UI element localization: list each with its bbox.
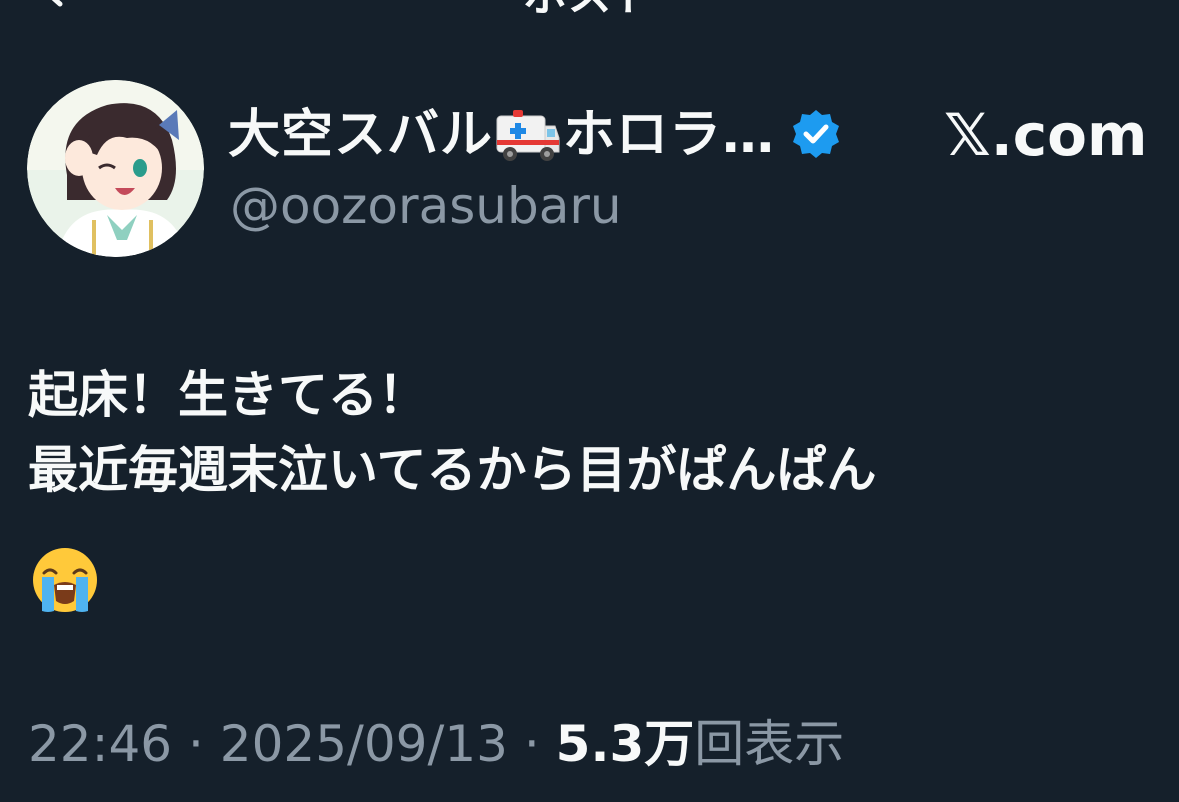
views-label[interactable]: 回表示 — [694, 715, 844, 773]
post-meta: 22:46 · 2025/09/13 · 5.3万回表示 — [28, 712, 844, 776]
views-count[interactable]: 5.3万 — [556, 715, 695, 773]
post-body: 起床！生きてる！ 最近毎週末泣いてるから目がぱんぱん — [28, 358, 1158, 508]
post-text-line-2: 最近毎週末泣いてるから目がぱんぱん — [28, 441, 877, 499]
verified-badge-icon[interactable] — [789, 108, 843, 162]
post-time[interactable]: 22:46 — [28, 715, 172, 773]
display-name-part1[interactable]: 大空スバル — [228, 105, 493, 165]
meta-separator: · — [172, 715, 220, 773]
ambulance-icon — [496, 110, 560, 161]
page-title: ポスト — [0, 0, 1179, 18]
top-bar: ポスト — [0, 0, 1179, 60]
loudly-crying-face-icon — [33, 548, 97, 612]
meta-separator: · — [507, 715, 556, 773]
site-label: 𝕏.com — [944, 101, 1148, 169]
post-text-line-1: 起床！生きてる！ — [28, 366, 428, 424]
display-name-row[interactable]: 大空スバル ホロラ… — [228, 103, 843, 167]
author-handle[interactable]: @oozorasubaru — [230, 176, 622, 236]
post-page: ポスト — [0, 0, 1179, 802]
display-name-part2[interactable]: ホロラ… — [563, 105, 775, 165]
avatar-image — [27, 80, 204, 257]
avatar[interactable] — [27, 80, 204, 257]
post-date[interactable]: 2025/09/13 — [220, 715, 508, 773]
